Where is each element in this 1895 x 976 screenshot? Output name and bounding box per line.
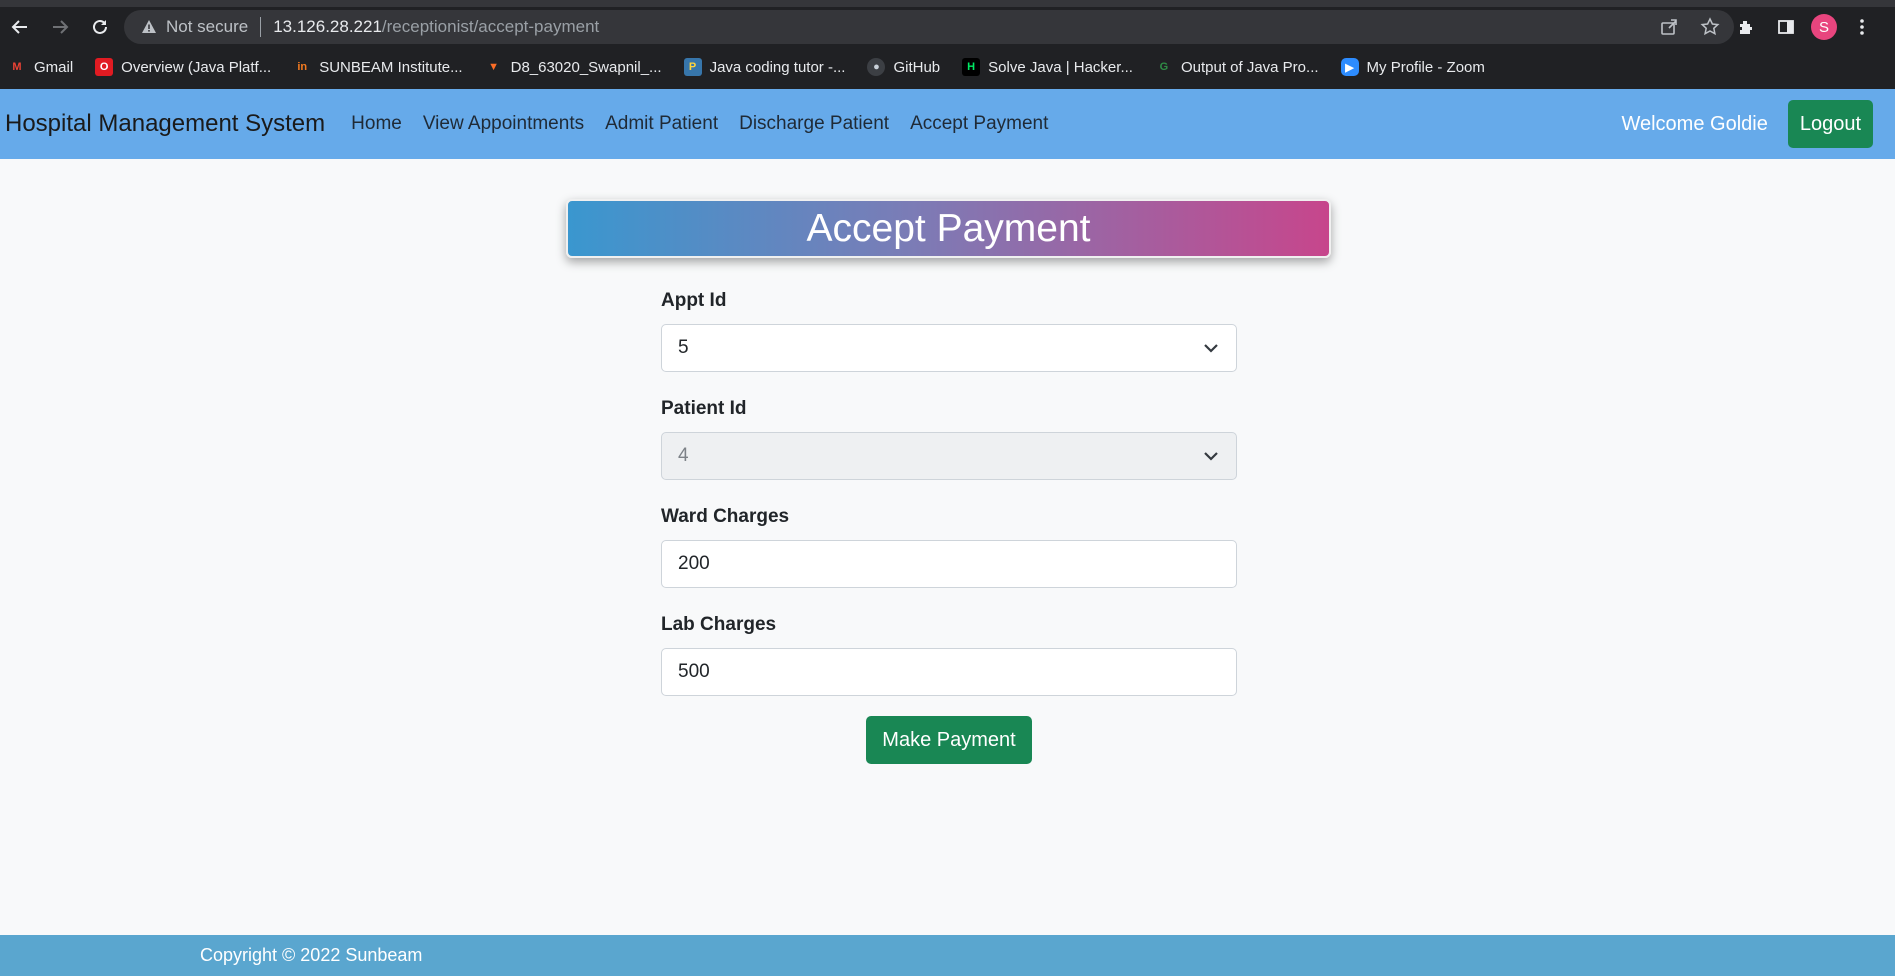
bookmark-geeksforgeeks[interactable]: G Output of Java Pro... [1155,58,1319,76]
python-icon: P [683,58,702,76]
security-status[interactable]: Not secure [166,17,248,37]
url-path: /receptionist/accept-payment [381,17,600,36]
address-bar[interactable]: Not secure 13.126.28.221/receptionist/ac… [124,10,1734,44]
bookmark-label: Gmail [34,58,74,76]
make-payment-button[interactable]: Make Payment [866,716,1032,764]
side-panel-icon[interactable] [1771,12,1801,42]
navbar-user-area: Welcome Goldie Logout [1621,100,1873,148]
ward-charges-value: 200 [678,553,710,574]
nav-view-appointments[interactable]: View Appointments [423,113,584,135]
oracle-icon: O [95,58,114,76]
toolbar-icons: S [1731,7,1895,47]
chevron-down-icon [1204,452,1218,461]
bookmark-zoom[interactable]: ▶ My Profile - Zoom [1340,58,1485,76]
submit-row: Make Payment [661,716,1237,764]
bookmark-github[interactable]: ● GitHub [867,58,940,76]
reload-button[interactable] [80,7,120,47]
appt-id-label: Appt Id [661,290,727,311]
address-bar-actions [1660,10,1720,44]
bookmark-sunbeam[interactable]: in SUNBEAM Institute... [293,58,462,76]
lab-charges-value: 500 [678,661,710,682]
app-navbar: Hospital Management System Home View App… [0,89,1895,159]
bookmark-python-tutor[interactable]: P Java coding tutor -... [683,58,846,76]
back-button[interactable] [0,7,40,47]
tab-strip [0,0,1895,7]
warning-icon [138,19,160,35]
gmail-icon: M [12,61,22,73]
appt-id-select[interactable]: 5 [661,324,1237,372]
gitlab-icon: ▼ [488,61,500,73]
url-separator [260,17,262,37]
bookmark-label: D8_63020_Swapnil_... [510,58,662,76]
chevron-down-icon [1204,344,1218,353]
nav-accept-payment[interactable]: Accept Payment [910,113,1048,135]
copyright-text: Copyright © 2022 Sunbeam [200,945,423,965]
bookmark-oracle[interactable]: O Overview (Java Platf... [95,58,271,76]
sunbeam-icon: in [297,61,308,73]
appt-id-value: 5 [678,337,689,358]
bookmark-label: GitHub [893,58,941,76]
bookmark-label: My Profile - Zoom [1366,58,1485,76]
patient-id-select: 4 [661,432,1237,480]
logout-button[interactable]: Logout [1787,100,1873,148]
nav-discharge-patient[interactable]: Discharge Patient [739,113,889,135]
patient-id-group: Patient Id 4 [661,394,1237,480]
address-row: Not secure 13.126.28.221/receptionist/ac… [0,7,1895,47]
menu-kebab-icon[interactable] [1847,12,1877,42]
url-host: 13.126.28.221 [273,17,382,36]
page-title: Accept Payment [806,206,1091,250]
patient-id-value: 4 [678,445,689,466]
bookmark-label: Output of Java Pro... [1180,58,1319,76]
forward-button[interactable] [40,7,80,47]
forward-arrow-icon [53,20,69,34]
nav-admit-patient[interactable]: Admit Patient [605,113,718,135]
bookmark-gitlab[interactable]: ▼ D8_63020_Swapnil_... [485,58,662,76]
lab-charges-group: Lab Charges 500 [661,610,1237,696]
bookmark-gmail[interactable]: M Gmail [8,58,73,76]
bookmark-label: Overview (Java Platf... [121,58,272,76]
appt-id-group: Appt Id 5 [661,286,1237,372]
navbar-brand[interactable]: Hospital Management System [5,110,325,138]
ward-charges-label: Ward Charges [661,506,790,527]
github-icon: ● [867,58,886,76]
payment-form: Appt Id 5 Patient Id 4 Ward Charges 200 … [661,286,1237,764]
bookmarks-bar: M Gmail O Overview (Java Platf... in SUNBEA… [0,52,1895,82]
hackerrank-icon: H [962,58,981,76]
browser-chrome: Not secure 13.126.28.221/receptionist/ac… [0,0,1895,89]
page-footer: Copyright © 2022 Sunbeam [0,935,1895,976]
ward-charges-input[interactable]: 200 [661,540,1237,588]
reload-icon [93,19,107,34]
nav-home[interactable]: Home [351,113,402,135]
share-icon[interactable] [1660,18,1678,36]
bookmark-label: SUNBEAM Institute... [319,58,463,76]
geeksforgeeks-icon: G [1159,61,1169,73]
lab-charges-input[interactable]: 500 [661,648,1237,696]
welcome-text: Welcome Goldie [1621,112,1768,135]
bookmark-label: Solve Java | Hacker... [988,58,1133,76]
patient-id-label: Patient Id [661,398,747,419]
bookmark-label: Java coding tutor -... [709,58,846,76]
bookmark-star-icon[interactable] [1700,17,1720,37]
profile-avatar[interactable]: S [1811,14,1837,40]
ward-charges-group: Ward Charges 200 [661,502,1237,588]
lab-charges-label: Lab Charges [661,614,777,635]
bookmark-hackerrank[interactable]: H Solve Java | Hacker... [962,58,1133,76]
extensions-icon[interactable] [1731,12,1761,42]
zoom-icon: ▶ [1340,58,1359,76]
back-arrow-icon [11,20,27,34]
page-title-banner: Accept Payment [566,199,1331,258]
